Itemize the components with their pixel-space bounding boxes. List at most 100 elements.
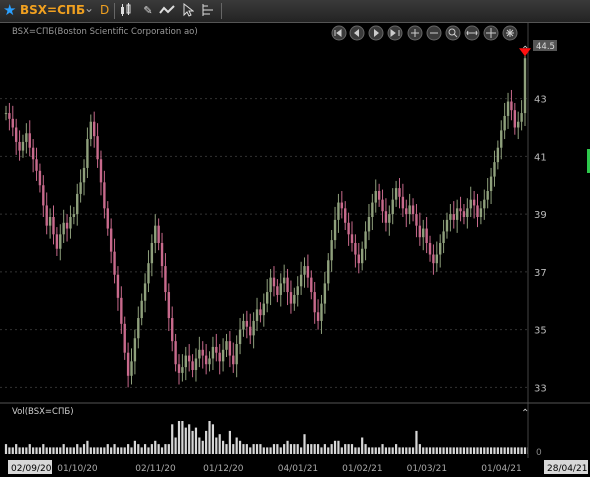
fit-width-icon[interactable] xyxy=(464,25,480,41)
volume-bar xyxy=(211,424,215,454)
volume-bar xyxy=(476,447,479,454)
candle-body xyxy=(181,367,184,373)
x-tick-label: 02/11/20 xyxy=(135,464,176,474)
candle-body xyxy=(21,141,25,151)
candle-body xyxy=(452,214,455,220)
candle-body xyxy=(45,205,48,226)
price-chart[interactable]: 33 35 37 39 41 43 BSX=СПБ(Boston Scientific C… xyxy=(0,23,590,477)
candle-body xyxy=(150,242,154,264)
candle-body xyxy=(496,147,500,163)
candle-body xyxy=(398,188,401,197)
ric-code[interactable]: BSX=СПБ xyxy=(20,3,85,17)
x-tick-label: 04/01/21 xyxy=(278,464,318,474)
candle-body xyxy=(459,208,462,212)
candle-body xyxy=(476,205,479,217)
pencil-icon[interactable]: ✎ xyxy=(140,3,156,18)
reset-view-icon[interactable] xyxy=(502,25,518,41)
candle-body xyxy=(442,231,445,243)
x-tick-label: 02/09/20 xyxy=(11,464,52,474)
first-page-icon[interactable] xyxy=(331,25,347,41)
volume-bar xyxy=(289,444,293,454)
volume-bar xyxy=(422,447,425,454)
volume-bar xyxy=(130,447,133,454)
line-chart-icon[interactable] xyxy=(159,3,175,18)
zoom-out-icon[interactable] xyxy=(426,25,442,41)
candle-body xyxy=(123,323,126,353)
collapse-volume-panel-icon[interactable]: ⌃ xyxy=(521,408,529,419)
volume-bar xyxy=(272,444,276,454)
volume-bar xyxy=(147,447,150,454)
candle-body xyxy=(86,139,89,168)
candle-body xyxy=(506,101,510,116)
volume-bar xyxy=(337,440,340,454)
candle-body xyxy=(276,286,279,295)
toolbar: ★ BSX=СПБ ⌄ D ✎ xyxy=(0,0,590,23)
svg-text:⌃: ⌃ xyxy=(521,408,529,419)
page-back-icon[interactable] xyxy=(349,25,365,41)
volume-bar xyxy=(69,447,72,454)
pan-icon[interactable] xyxy=(483,25,499,41)
candle-body xyxy=(177,364,181,373)
volume-bar xyxy=(354,447,357,454)
volume-bar xyxy=(523,447,527,454)
volume-bar xyxy=(11,447,14,454)
volume-bar xyxy=(177,421,181,454)
volume-bar xyxy=(137,444,140,454)
volume-bar xyxy=(520,447,523,454)
candle-body xyxy=(82,167,86,183)
layout-icon[interactable] xyxy=(200,3,216,18)
candle-body xyxy=(194,358,198,371)
candle-body xyxy=(279,283,282,295)
candle-body xyxy=(184,355,187,368)
page-forward-icon[interactable] xyxy=(368,25,384,41)
cursor-icon[interactable] xyxy=(180,2,196,18)
candle-body xyxy=(109,228,113,252)
candle-body xyxy=(72,214,76,217)
candle-body xyxy=(394,188,398,200)
candle-body xyxy=(113,251,116,275)
candle-body xyxy=(455,208,459,220)
volume-bar xyxy=(225,444,228,454)
candle-body xyxy=(388,214,391,223)
candle-body xyxy=(340,202,344,209)
volume-bar xyxy=(167,444,170,454)
volume-bar xyxy=(391,447,394,454)
candle-body xyxy=(517,121,520,128)
volume-bar xyxy=(221,440,225,454)
volume-bar xyxy=(381,444,384,454)
volume-bar xyxy=(120,447,123,454)
volume-bar xyxy=(93,447,96,454)
volume-bar xyxy=(181,421,184,454)
candle-body xyxy=(89,121,93,140)
candle-body xyxy=(466,208,469,217)
volume-bar xyxy=(82,444,86,454)
candle-body xyxy=(225,341,228,350)
candle-body xyxy=(238,329,242,345)
candle-body xyxy=(259,309,262,316)
volume-bar xyxy=(344,444,347,454)
candle-body xyxy=(167,292,171,319)
candlestick-icon[interactable] xyxy=(118,3,134,18)
volume-bar xyxy=(249,447,252,454)
candle-body xyxy=(486,191,489,200)
volume-bar xyxy=(323,444,326,454)
y-tick-label: 39 xyxy=(534,210,547,221)
zoom-in-icon[interactable] xyxy=(407,25,423,41)
svg-text:⌃: ⌃ xyxy=(521,45,529,56)
collapse-price-panel-icon[interactable]: ⌃ xyxy=(521,45,529,56)
volume-bar xyxy=(479,447,483,454)
volume-bar xyxy=(42,444,45,454)
volume-bar xyxy=(48,447,52,454)
volume-bar xyxy=(208,421,211,454)
volume-bar xyxy=(171,424,174,454)
volume-bar xyxy=(350,444,354,454)
candle-body xyxy=(171,318,174,342)
chevron-down-icon[interactable]: ⌄ xyxy=(84,1,94,15)
last-page-icon[interactable] xyxy=(387,25,403,41)
volume-bar xyxy=(496,447,499,454)
star-icon[interactable]: ★ xyxy=(3,1,16,19)
volume-bar xyxy=(493,447,496,454)
period-selector[interactable]: D xyxy=(100,3,109,17)
candle-body xyxy=(52,217,55,235)
magnify-icon[interactable] xyxy=(445,25,461,41)
